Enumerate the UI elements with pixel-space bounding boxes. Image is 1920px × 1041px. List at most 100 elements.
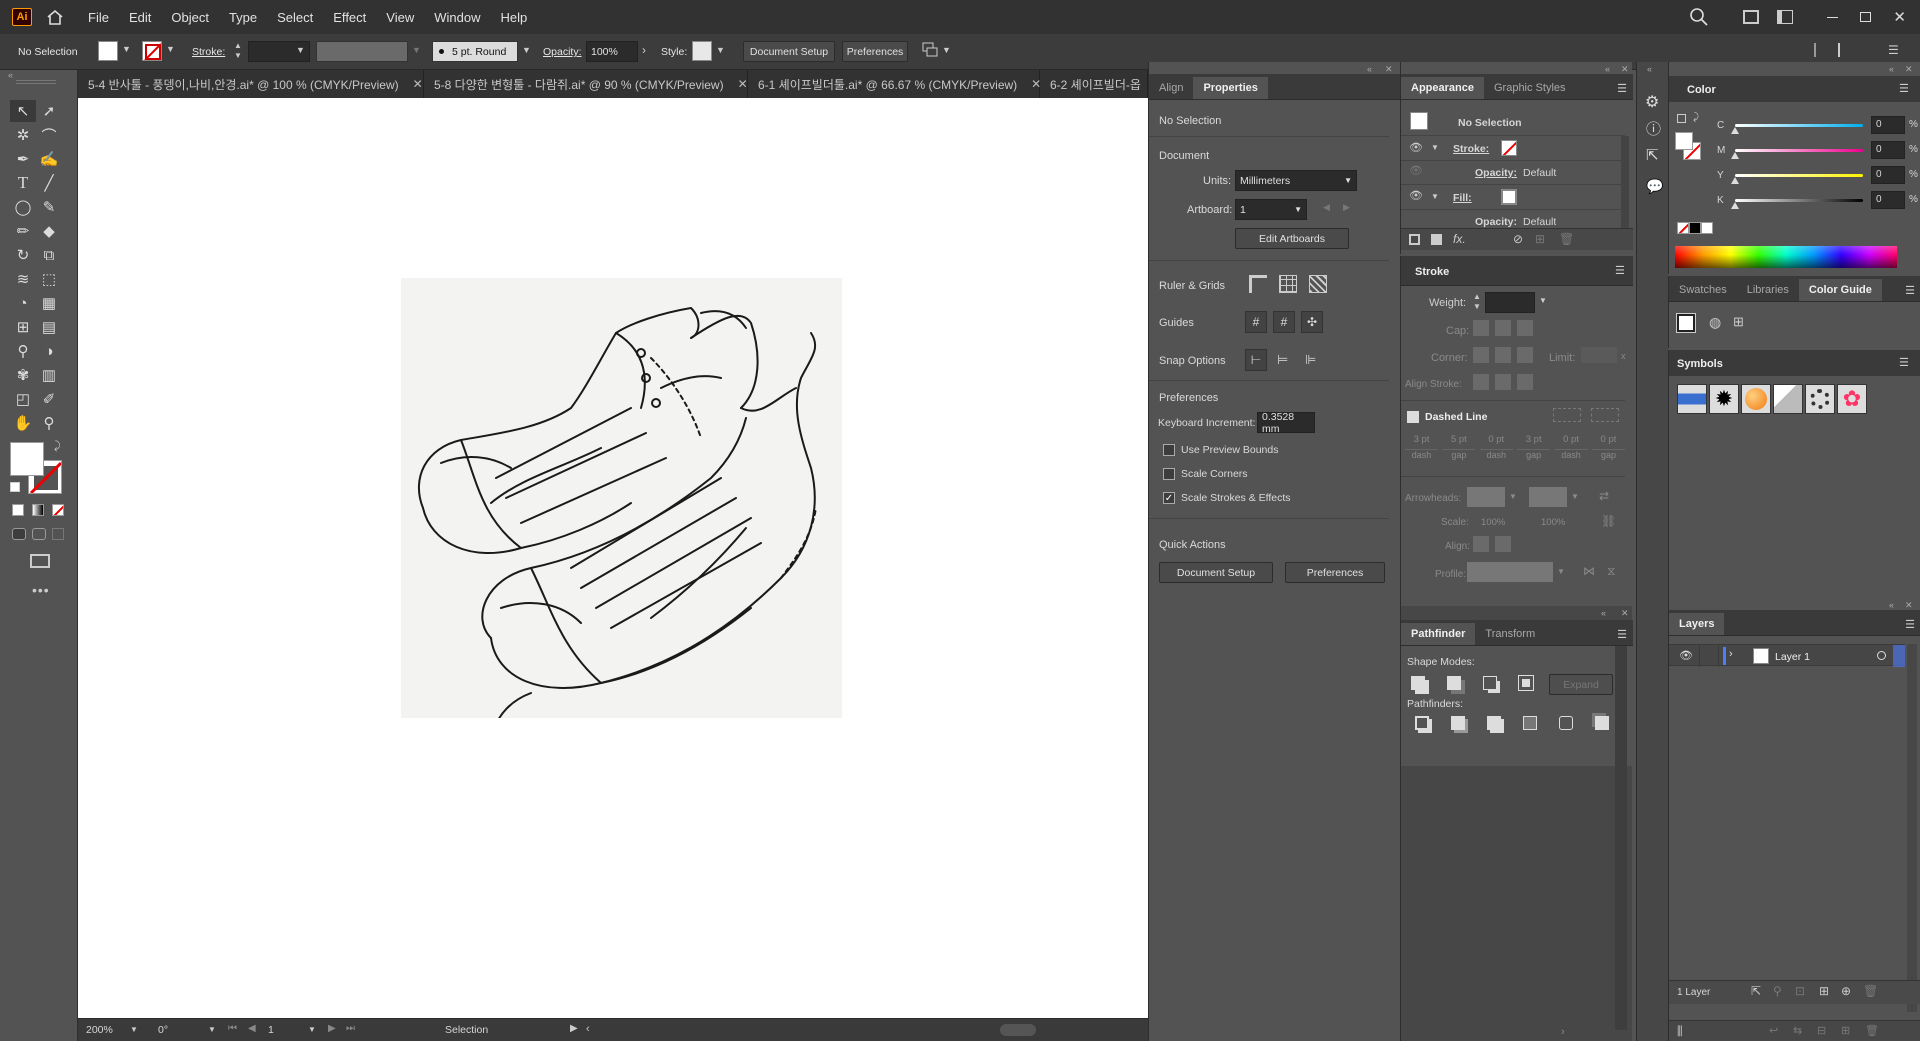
next-artboard-icon[interactable]: ▶ xyxy=(328,1023,336,1034)
channel-slider[interactable] xyxy=(1735,174,1863,177)
footer-icon-b[interactable]: ⇆ xyxy=(1793,1024,1802,1037)
layer-name[interactable]: Layer 1 xyxy=(1775,651,1810,663)
tab-layers[interactable]: Layers xyxy=(1669,613,1725,635)
slider-handle-icon[interactable] xyxy=(1731,127,1739,134)
close-icon[interactable]: ✕ xyxy=(1905,64,1913,75)
trim-icon[interactable] xyxy=(1451,716,1465,730)
maximize-window-icon[interactable] xyxy=(1860,12,1872,22)
fill-row-swatch[interactable] xyxy=(1501,189,1517,205)
tab-properties[interactable]: Properties xyxy=(1193,77,1268,99)
comments-icon[interactable]: 💬 xyxy=(1646,178,1663,195)
layer-row[interactable]: 👁 › Layer 1 xyxy=(1669,644,1905,667)
qa-preferences-button[interactable]: Preferences xyxy=(1285,562,1385,583)
visibility-eye-icon[interactable]: 👁 xyxy=(1409,141,1423,154)
next-artboard-icon[interactable]: ▶ xyxy=(1343,202,1350,213)
gap-value[interactable]: 0 pt xyxy=(1591,434,1625,450)
delete-layer-icon[interactable]: 🗑 xyxy=(1863,984,1878,998)
artboard-select[interactable]: 1 ▼ xyxy=(1235,199,1307,220)
artboard-canvas[interactable] xyxy=(78,98,1148,1018)
swap-colors-icon[interactable]: ⤸ xyxy=(54,440,61,453)
rotation-value[interactable]: 0° xyxy=(158,1024,168,1036)
dashed-line-checkbox[interactable]: Dashed Line xyxy=(1407,411,1487,423)
channel-value-input[interactable]: 0 xyxy=(1871,116,1905,134)
mesh-tool-icon[interactable]: ⊞ xyxy=(10,316,36,338)
new-layer-icon[interactable]: ⊕ xyxy=(1841,984,1851,998)
panel-scrollbar[interactable] xyxy=(1615,646,1627,1030)
distribute-icon[interactable] xyxy=(1838,43,1854,57)
horizontal-scrollbar[interactable] xyxy=(1000,1024,1036,1036)
draw-normal-icon[interactable] xyxy=(12,528,26,540)
status-menu-icon[interactable]: ▶ xyxy=(570,1023,578,1034)
align-icon[interactable] xyxy=(1814,43,1830,57)
menu-effect[interactable]: Effect xyxy=(333,10,366,25)
dash-value[interactable]: 0 pt xyxy=(1479,434,1513,450)
flip-across-icon[interactable]: ⧖ xyxy=(1607,564,1615,579)
settings-gear-icon[interactable]: ⚙ xyxy=(1645,92,1659,112)
visibility-eye-icon[interactable]: 👁 xyxy=(1409,164,1423,177)
graphic-style-swatch[interactable] xyxy=(692,41,712,61)
channel-value-input[interactable]: 0 xyxy=(1871,166,1905,184)
fx-icon[interactable]: fx. xyxy=(1453,232,1466,246)
symbol-blue-banner[interactable] xyxy=(1677,384,1707,414)
chevron-down-icon[interactable]: ▼ xyxy=(122,44,131,54)
selection-square[interactable] xyxy=(1893,645,1905,667)
panel-menu-icon[interactable]: ☰ xyxy=(1617,82,1627,95)
add-fill-icon[interactable] xyxy=(1431,234,1442,245)
menu-object[interactable]: Object xyxy=(171,10,209,25)
channel-slider[interactable] xyxy=(1735,199,1863,202)
workspace-icon[interactable] xyxy=(1777,10,1794,24)
scale-end-value[interactable]: 100% xyxy=(1541,517,1565,528)
unite-icon[interactable] xyxy=(1411,676,1425,690)
symbol-ring[interactable] xyxy=(1805,384,1835,414)
crop-icon[interactable] xyxy=(1523,716,1537,730)
minus-front-icon[interactable] xyxy=(1447,676,1461,690)
info-icon[interactable]: ⓘ xyxy=(1646,118,1661,139)
gap-value[interactable]: 3 pt xyxy=(1517,434,1551,450)
tab-libraries[interactable]: Libraries xyxy=(1737,279,1799,301)
close-icon[interactable]: ✕ xyxy=(738,77,748,91)
perspective-grid-tool-icon[interactable]: ▦ xyxy=(36,292,62,314)
minimize-window-icon[interactable] xyxy=(1827,16,1839,18)
menu-select[interactable]: Select xyxy=(277,10,313,25)
column-graph-tool-icon[interactable]: ▥ xyxy=(36,364,62,386)
collect-for-export-icon[interactable]: ⇱ xyxy=(1751,984,1761,998)
paintbrush-tool-icon[interactable]: ✎ xyxy=(36,196,62,218)
black-color-icon[interactable] xyxy=(1689,222,1701,234)
fill-opacity-row[interactable]: Opacity: Default xyxy=(1475,216,1556,227)
ellipse-tool-icon[interactable]: ◯ xyxy=(10,196,36,218)
gap-value[interactable]: 5 pt xyxy=(1442,434,1476,450)
end-arrowhead-select[interactable] xyxy=(1529,487,1567,507)
keyboard-increment-input[interactable]: 0.3528 mm xyxy=(1257,411,1315,435)
panel-menu-icon[interactable]: ☰ xyxy=(1899,356,1909,369)
qa-document-setup-button[interactable]: Document Setup xyxy=(1159,562,1273,583)
panel-collapse-icon[interactable]: « xyxy=(1889,64,1894,74)
dash-field[interactable]: 0 pt dash xyxy=(1479,434,1513,460)
zoom-tool-icon[interactable]: ⚲ xyxy=(36,412,62,434)
menu-help[interactable]: Help xyxy=(500,10,527,25)
chevron-down-icon[interactable]: ▼ xyxy=(208,1025,216,1034)
rotate-tool-icon[interactable]: ↻ xyxy=(10,244,36,266)
tab-document[interactable]: 5-8 다양한 변형툴 - 다람쥐.ai* @ 90 % (CMYK/Previ… xyxy=(424,70,748,98)
white-color-icon[interactable] xyxy=(1701,222,1713,234)
profile-select[interactable] xyxy=(1467,562,1553,582)
sketch-image[interactable] xyxy=(401,278,842,789)
cap-buttons[interactable] xyxy=(1473,320,1539,336)
stroke-opacity-row[interactable]: Opacity: Default xyxy=(1475,167,1556,179)
artboard-number[interactable]: 1 xyxy=(268,1024,274,1036)
swap-colors-icon[interactable]: ⤸ xyxy=(1693,112,1699,123)
start-arrowhead-select[interactable] xyxy=(1467,487,1505,507)
exclude-icon[interactable] xyxy=(1518,675,1534,691)
visibility-eye-icon[interactable]: 👁 xyxy=(1409,189,1423,202)
panel-menu-icon[interactable]: ☰ xyxy=(1617,628,1627,641)
symbol-sprayer-tool-icon[interactable]: ✾ xyxy=(10,364,36,386)
free-transform-tool-icon[interactable]: ⬚ xyxy=(36,268,62,290)
clipping-mask-icon[interactable]: ⊡ xyxy=(1795,984,1805,998)
curvature-tool-icon[interactable]: ✍ xyxy=(36,148,62,170)
tab-document[interactable]: 6-1 셰이프빌더툴.ai* @ 66.67 % (CMYK/Preview) … xyxy=(748,70,1041,98)
default-colors-icon[interactable] xyxy=(1677,114,1686,123)
symbols-title[interactable]: Symbols xyxy=(1677,358,1723,370)
locate-object-icon[interactable]: ⚲ xyxy=(1773,984,1782,998)
footer-icon-d[interactable]: ⊞ xyxy=(1841,1024,1850,1037)
none-color-icon[interactable] xyxy=(1677,222,1689,234)
menu-list-icon[interactable]: ☰ xyxy=(1888,43,1899,57)
